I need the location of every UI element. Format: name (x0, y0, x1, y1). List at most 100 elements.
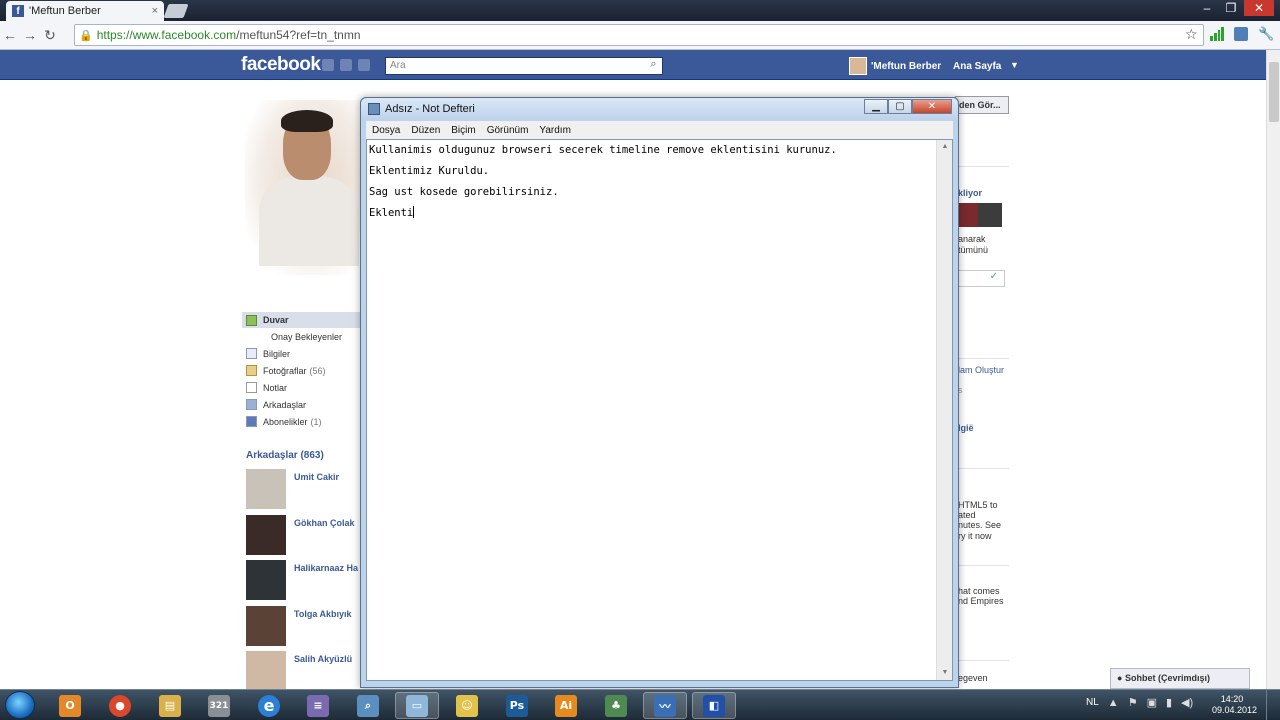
signal-extension-icon[interactable] (1210, 27, 1224, 41)
friend-item[interactable]: Salih Akyüzlü (246, 651, 361, 691)
friends-header-link[interactable]: Arkadaşlar (863) (246, 450, 324, 461)
messenger-icon: ☺ (456, 694, 478, 717)
outlook-icon: O (59, 694, 81, 717)
taskbar-notepad[interactable]: ▭ (395, 692, 439, 719)
friend-avatar (246, 560, 286, 600)
nav-pending[interactable]: Onay Bekleyenler (242, 328, 360, 345)
notepad-minimize-button[interactable]: ▁ (864, 99, 888, 114)
search-icon[interactable]: ⌕ (645, 58, 662, 74)
messages-icon[interactable] (340, 59, 352, 71)
pending-link[interactable]: kliyor (958, 188, 982, 198)
friend-thumb[interactable] (978, 203, 1002, 227)
taskbar-media[interactable]: ≡ (296, 692, 340, 719)
scroll-down-icon[interactable]: ▼ (937, 666, 953, 680)
taskbar-search[interactable]: ⌕ (346, 692, 390, 719)
friend-requests-icon[interactable] (322, 59, 334, 71)
scrollbar-thumb[interactable] (1269, 62, 1279, 122)
start-button[interactable] (5, 691, 35, 719)
view-button[interactable]: den Gör... (955, 96, 1009, 114)
profile-picture[interactable] (245, 100, 360, 275)
power-icon[interactable]: ▮ (1166, 696, 1172, 709)
media-icon: ≡ (307, 694, 329, 717)
taskbar-calendar[interactable]: 321 (197, 692, 241, 719)
new-tab-button[interactable] (163, 4, 189, 18)
menu-format[interactable]: Biçim (445, 125, 480, 136)
wrench-menu-icon[interactable]: 🔧 (1258, 26, 1274, 42)
nav-subscriptions[interactable]: Abonelikler (1) (242, 413, 360, 430)
photos-icon (246, 365, 257, 376)
friends-icon (246, 399, 257, 410)
account-menu-chevron-down-icon[interactable]: ▼ (1010, 60, 1019, 70)
action-center-flag-icon[interactable]: ⚑ (1128, 696, 1138, 709)
taskbar-internet-explorer[interactable]: e (247, 692, 291, 719)
scroll-up-icon[interactable]: ▲ (937, 140, 953, 154)
ad-text: ry it now (958, 531, 992, 541)
minimize-button[interactable]: – (1196, 0, 1218, 16)
tab-close-icon[interactable]: × (152, 5, 158, 17)
facebook-logo[interactable]: facebook (241, 54, 321, 76)
bookmark-star-icon[interactable]: ☆ (1185, 26, 1198, 43)
friend-item[interactable]: Tolga Akbıyık (246, 606, 361, 646)
taskbar-people[interactable]: ♣ (594, 692, 638, 719)
notepad-titlebar[interactable]: Adsız - Not Defteri ▁ ▢ ✕ (361, 98, 958, 120)
nav-wall[interactable]: Duvar (242, 312, 360, 328)
taskbar-chrome[interactable]: ● (98, 692, 142, 719)
nav-photos[interactable]: Fotoğraflar (56) (242, 362, 360, 379)
text-line: Eklentimiz Kuruldu. (369, 165, 490, 177)
home-link[interactable]: Ana Sayfa (953, 61, 1001, 72)
lock-icon: 🔒 (79, 29, 93, 42)
menu-file[interactable]: Dosya (366, 125, 405, 136)
taskbar-explorer[interactable]: ▤ (148, 692, 192, 719)
taskbar-outlook[interactable]: O (48, 692, 92, 719)
notepad-close-button[interactable]: ✕ (912, 99, 952, 114)
menu-help[interactable]: Yardım (533, 125, 576, 136)
friend-avatar (246, 606, 286, 646)
friend-item[interactable]: Gökhan Çolak (246, 515, 361, 555)
taskbar-illustrator[interactable]: Ai (544, 692, 588, 719)
info-icon (246, 348, 257, 359)
stats-icon: 〰 (654, 694, 676, 717)
maximize-button[interactable]: ❐ (1220, 0, 1242, 16)
create-ad-link[interactable]: lam Oluştur (958, 365, 1004, 375)
friend-avatar (246, 515, 286, 555)
menu-edit[interactable]: Düzen (405, 125, 445, 136)
nav-notes[interactable]: Notlar (242, 379, 360, 396)
system-clock[interactable]: 14:20 09.04.2012 (1212, 694, 1257, 716)
friend-item[interactable]: Halikarnaaz Ha (246, 560, 361, 600)
right-link[interactable]: lgië (958, 423, 974, 433)
extension-icon[interactable] (1234, 27, 1248, 41)
taskbar-messenger[interactable]: ☺ (445, 692, 489, 719)
address-bar[interactable]: 🔒 https://www.facebook.com/meftun54?ref=… (74, 24, 1204, 46)
nav-info[interactable]: Bilgiler (242, 345, 360, 362)
page-scrollbar[interactable] (1266, 50, 1280, 690)
language-indicator[interactable]: NL (1086, 697, 1099, 708)
notifications-globe-icon[interactable] (358, 59, 370, 71)
show-desktop-button[interactable] (1266, 690, 1280, 720)
network-icon[interactable]: ▣ (1147, 696, 1157, 709)
check-icon[interactable]: ✓ (955, 270, 1005, 287)
reload-button[interactable]: ↻ (40, 27, 60, 44)
taskbar-remote[interactable]: ◧ (692, 692, 736, 719)
user-profile-link[interactable]: 'Meftun Berber (849, 57, 941, 75)
notepad-text-area[interactable]: Kullanimis oldugunuz browseri secerek ti… (366, 139, 953, 681)
facebook-search-input[interactable]: Ara (385, 57, 663, 75)
notepad-maximize-button[interactable]: ▢ (888, 99, 912, 114)
nav-friends[interactable]: Arkadaşlar (242, 396, 360, 413)
friend-item[interactable]: Umit Cakir (246, 469, 361, 509)
close-window-button[interactable]: ✕ (1244, 0, 1274, 16)
taskbar-photoshop[interactable]: Ps (495, 692, 539, 719)
ad-text: HTML5 to (958, 500, 998, 510)
forward-button[interactable]: → (20, 27, 40, 43)
taskbar-stats[interactable]: 〰 (643, 692, 687, 719)
back-button[interactable]: ← (0, 27, 20, 43)
volume-icon[interactable]: ◀) (1181, 696, 1193, 709)
chat-bar[interactable]: ● Sohbet (Çevrimdışı) (1110, 668, 1250, 689)
notepad-scrollbar[interactable]: ▲ ▼ (936, 140, 952, 680)
system-tray: NL ▲ ⚑ ▣ ▮ ◀) (1086, 696, 1193, 710)
tab-active[interactable]: f 'Meftun Berber × (6, 1, 164, 21)
menu-view[interactable]: Görünüm (481, 125, 534, 136)
chrome-icon: ● (109, 694, 131, 717)
show-hidden-icons-icon[interactable]: ▲ (1108, 697, 1119, 709)
folder-icon: ▤ (159, 694, 181, 717)
magnifier-icon: ⌕ (357, 694, 379, 717)
